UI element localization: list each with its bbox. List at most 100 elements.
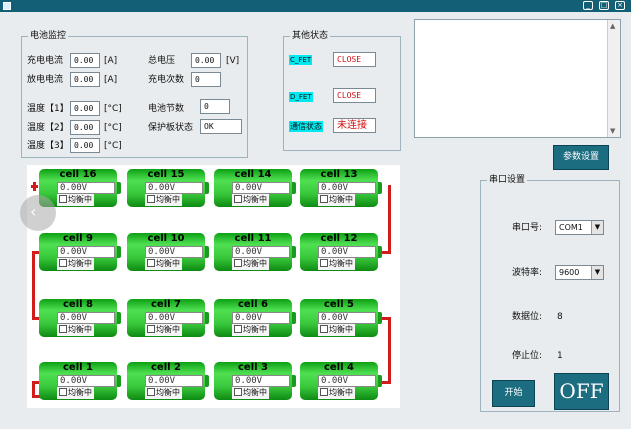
checkbox-icon[interactable] <box>234 259 242 267</box>
port-select[interactable]: COM1 ▼ <box>555 220 604 235</box>
serial-settings-title: 串口设置 <box>487 175 528 186</box>
checkbox-icon[interactable] <box>320 388 328 396</box>
baud-select[interactable]: 9600 ▼ <box>555 265 604 280</box>
checkbox-icon[interactable] <box>147 259 155 267</box>
temp1-field[interactable]: 0.00 <box>70 101 100 116</box>
maximize-button[interactable]: □ <box>599 1 609 10</box>
balance-checkbox[interactable]: 均衡中 <box>145 194 182 206</box>
baud-value: 9600 <box>559 268 580 277</box>
balance-checkbox[interactable]: 均衡中 <box>145 324 182 336</box>
balance-label: 均衡中 <box>68 325 92 334</box>
minimize-button[interactable]: _ <box>583 1 593 10</box>
checkbox-icon[interactable] <box>234 388 242 396</box>
balance-checkbox[interactable]: 均衡中 <box>57 258 94 270</box>
chevron-down-icon[interactable]: ▼ <box>591 221 603 234</box>
battery-cell: cell 4 0.00V 均衡中 <box>300 362 382 400</box>
scroll-down-icon[interactable]: ▼ <box>610 127 615 135</box>
comm-status-field[interactable]: 未连接 <box>333 118 376 133</box>
checkbox-icon[interactable] <box>59 259 67 267</box>
balance-checkbox[interactable]: 均衡中 <box>232 194 269 206</box>
discharge-current-field[interactable]: 0.00 <box>70 72 100 87</box>
charge-count-label: 充电次数 <box>148 75 185 85</box>
battery-pack-panel: cell 16 0.00V 均衡中 cell 15 0.00V 均衡中 cell 14 0… <box>27 165 400 408</box>
battery-cell: cell 7 0.00V 均衡中 <box>127 299 209 337</box>
checkbox-icon[interactable] <box>320 259 328 267</box>
battery-cell: cell 3 0.00V 均衡中 <box>214 362 296 400</box>
chevron-left-icon[interactable]: ‹ <box>20 195 56 231</box>
log-textarea[interactable]: ▲ ▼ <box>414 19 621 138</box>
cell-voltage-field: 0.00V <box>57 312 115 324</box>
c-fet-field[interactable]: CLOSE <box>333 52 376 67</box>
checkbox-icon[interactable] <box>320 325 328 333</box>
wire <box>382 251 391 254</box>
cell-voltage-field: 0.00V <box>318 182 376 194</box>
balance-label: 均衡中 <box>329 388 353 397</box>
balance-checkbox[interactable]: 均衡中 <box>57 324 94 336</box>
cell-name: cell 5 <box>323 299 354 310</box>
d-fet-field[interactable]: CLOSE <box>333 88 376 103</box>
discharge-current-unit: [A] <box>104 75 118 85</box>
scroll-up-icon[interactable]: ▲ <box>610 22 615 30</box>
cell-name: cell 2 <box>150 362 181 373</box>
balance-checkbox[interactable]: 均衡中 <box>318 324 355 336</box>
balance-checkbox[interactable]: 均衡中 <box>57 387 94 399</box>
balance-checkbox[interactable]: 均衡中 <box>57 194 94 206</box>
balance-label: 均衡中 <box>243 325 267 334</box>
d-fet-label: D_FET <box>289 92 313 102</box>
cell-name: cell 10 <box>147 233 185 244</box>
balance-checkbox[interactable]: 均衡中 <box>318 387 355 399</box>
power-toggle-button[interactable]: OFF <box>554 373 609 410</box>
protection-status-label: 保护板状态 <box>148 123 194 133</box>
baud-label: 波特率: <box>512 268 543 278</box>
temp2-field[interactable]: 0.00 <box>70 120 100 135</box>
cell-name: cell 1 <box>62 362 93 373</box>
temp2-label: 温度【2】 <box>27 123 69 133</box>
balance-checkbox[interactable]: 均衡中 <box>318 258 355 270</box>
temp3-field[interactable]: 0.00 <box>70 138 100 153</box>
checkbox-icon[interactable] <box>320 195 328 203</box>
balance-checkbox[interactable]: 均衡中 <box>145 258 182 270</box>
battery-monitor-title: 电池监控 <box>28 31 69 42</box>
log-scrollbar[interactable]: ▲ ▼ <box>607 20 620 137</box>
cell-name: cell 15 <box>147 169 185 180</box>
checkbox-icon[interactable] <box>234 195 242 203</box>
comm-status-label: 通信状态 <box>289 121 323 132</box>
close-button[interactable]: × <box>615 1 625 10</box>
wire <box>388 185 391 253</box>
balance-label: 均衡中 <box>156 388 180 397</box>
checkbox-icon[interactable] <box>147 388 155 396</box>
temp1-unit: [°C] <box>104 104 122 114</box>
cell-voltage-field: 0.00V <box>232 182 290 194</box>
param-settings-button[interactable]: 参数设置 <box>553 145 609 170</box>
balance-checkbox[interactable]: 均衡中 <box>232 258 269 270</box>
total-voltage-field[interactable]: 0.00 <box>191 53 221 68</box>
balance-label: 均衡中 <box>243 388 267 397</box>
checkbox-icon[interactable] <box>59 195 67 203</box>
cell-count-field[interactable]: 0 <box>200 99 230 114</box>
checkbox-icon[interactable] <box>59 388 67 396</box>
battery-cell: cell 15 0.00V 均衡中 <box>127 169 209 207</box>
checkbox-icon[interactable] <box>147 325 155 333</box>
balance-checkbox[interactable]: 均衡中 <box>145 387 182 399</box>
stop-bits-label: 停止位: <box>512 351 543 361</box>
checkbox-icon[interactable] <box>234 325 242 333</box>
checkbox-icon[interactable] <box>147 195 155 203</box>
cell-voltage-field: 0.00V <box>145 312 203 324</box>
open-port-button[interactable]: 开始 <box>492 380 535 407</box>
battery-cell: cell 10 0.00V 均衡中 <box>127 233 209 271</box>
cell-voltage-field: 0.00V <box>232 312 290 324</box>
balance-checkbox[interactable]: 均衡中 <box>318 194 355 206</box>
balance-label: 均衡中 <box>243 195 267 204</box>
balance-label: 均衡中 <box>68 195 92 204</box>
title-bar: _ □ × <box>0 0 631 12</box>
cell-name: cell 12 <box>320 233 358 244</box>
chevron-down-icon[interactable]: ▼ <box>591 266 603 279</box>
checkbox-icon[interactable] <box>59 325 67 333</box>
c-fet-label: C_FET <box>289 55 313 65</box>
charge-current-field[interactable]: 0.00 <box>70 53 100 68</box>
temp1-label: 温度【1】 <box>27 104 69 114</box>
balance-checkbox[interactable]: 均衡中 <box>232 324 269 336</box>
protection-status-field[interactable]: OK <box>200 119 242 134</box>
balance-checkbox[interactable]: 均衡中 <box>232 387 269 399</box>
charge-count-field[interactable]: 0 <box>191 72 221 87</box>
